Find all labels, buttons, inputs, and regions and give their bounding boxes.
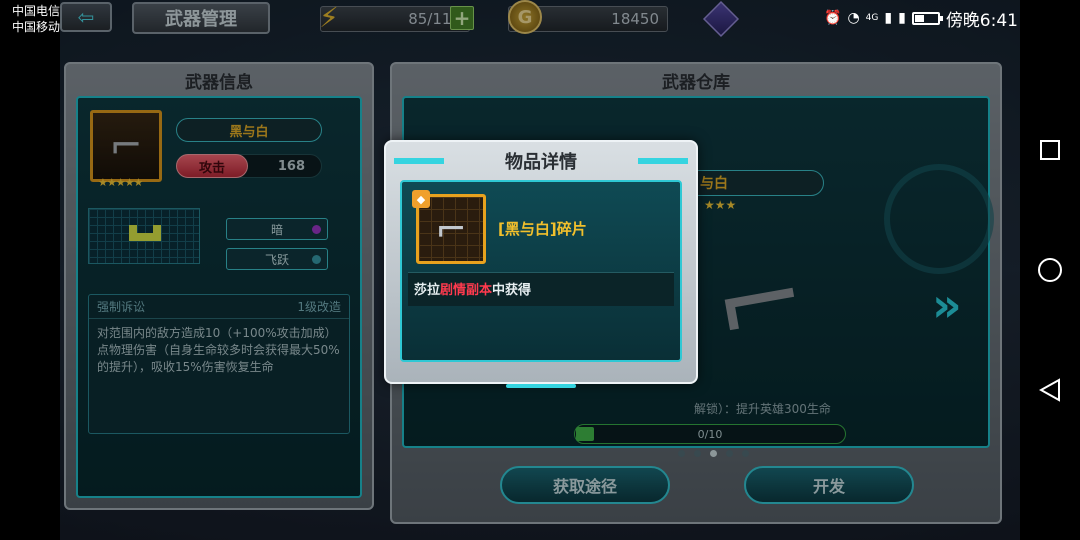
source-suffix: 中获得 <box>492 283 532 298</box>
carrier-1: 中国电信 <box>12 4 61 18</box>
item-source: 莎拉剧情副本中获得 <box>408 272 674 306</box>
modal-body: ⌐ ◆ [黑与白]碎片 莎拉剧情副本中获得 <box>400 180 682 362</box>
wifi-icon: ◔ <box>847 10 860 26</box>
modal-footer <box>386 384 696 392</box>
recent-apps-button[interactable] <box>1020 130 1080 170</box>
square-icon <box>1040 140 1060 160</box>
modal-title: 物品详情 <box>505 152 577 173</box>
status-icons: ⏰ ◔ 4G ▮ ▮ 傍晚6:41 <box>824 4 1018 32</box>
revolver-icon: ⌐ <box>435 207 467 251</box>
signal-icon-2: ▮ <box>898 10 906 26</box>
navigation-bar <box>1020 0 1080 540</box>
signal-icon: ▮ <box>884 10 893 26</box>
source-highlight-link[interactable]: 剧情副本 <box>440 283 492 298</box>
clock: 傍晚6:41 <box>945 10 1018 31</box>
triangle-back-icon <box>1039 378 1060 402</box>
battery-icon <box>911 11 943 25</box>
carrier-info: 中国电信 中国移动 <box>0 0 60 40</box>
game-screen: ⇦ 武器管理 85/110 ⚡ + 18450 G 武器信息 ⌐ ★★★★★ 黑… <box>60 0 1020 540</box>
circle-icon <box>1038 258 1062 282</box>
alarm-icon: ⏰ <box>824 10 842 26</box>
home-button[interactable] <box>1020 250 1080 290</box>
modal-footer-bar <box>506 384 576 388</box>
back-nav-button[interactable] <box>1020 370 1080 410</box>
item-detail-modal: 物品详情 ⌐ ◆ [黑与白]碎片 莎拉剧情副本中获得 <box>384 140 698 388</box>
item-name: [黑与白]碎片 <box>498 220 587 238</box>
fragment-badge-icon: ◆ <box>412 190 430 208</box>
source-prefix: 莎拉 <box>414 283 441 298</box>
network-label: 4G <box>865 13 879 23</box>
carrier-2: 中国移动 <box>12 20 61 34</box>
battery-fill <box>914 14 925 22</box>
